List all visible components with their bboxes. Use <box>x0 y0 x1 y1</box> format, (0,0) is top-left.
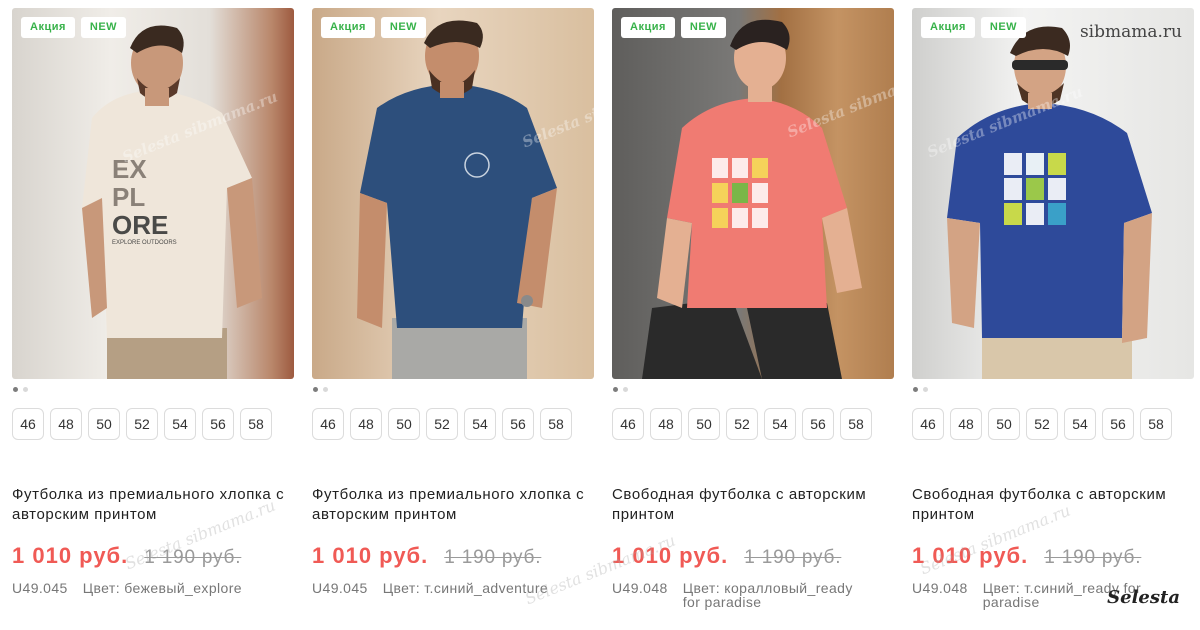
product-sku: U49.045 <box>312 580 368 596</box>
size-option[interactable]: 50 <box>88 408 120 440</box>
size-option[interactable]: 48 <box>350 408 382 440</box>
product-title[interactable]: Свободная футболка с авторским принтом <box>612 485 894 525</box>
product-photo[interactable]: Selesta sibmama.ru Акция NEW <box>912 8 1194 379</box>
size-selector: 46 48 50 52 54 56 58 <box>312 408 594 440</box>
product-card[interactable]: Selesta sibmama.ru Акция NEW 46 48 50 52… <box>312 8 594 609</box>
size-option[interactable]: 46 <box>612 408 644 440</box>
product-title[interactable]: Футболка из премиального хлопка с авторс… <box>312 485 594 525</box>
product-card[interactable]: Selesta sibmama.ru Акция NEW 46 48 50 52… <box>612 8 894 609</box>
brand-watermark: Selesta <box>1107 587 1180 608</box>
size-selector: 46 48 50 52 54 56 58 <box>612 408 894 440</box>
image-pagination[interactable] <box>613 387 894 394</box>
pagination-dot[interactable] <box>913 387 918 392</box>
size-option[interactable]: 46 <box>312 408 344 440</box>
svg-text:EXPLORE OUTDOORS: EXPLORE OUTDOORS <box>112 240 177 246</box>
product-grid: EX PL ORE EXPLORE OUTDOORS Selesta sibma… <box>12 8 1194 609</box>
size-option[interactable]: 58 <box>240 408 272 440</box>
size-option[interactable]: 54 <box>464 408 496 440</box>
promo-badge: Акция <box>621 17 675 38</box>
new-badge: NEW <box>80 17 127 38</box>
size-option[interactable]: 48 <box>950 408 982 440</box>
new-badge: NEW <box>380 17 427 38</box>
size-option[interactable]: 58 <box>840 408 872 440</box>
new-badge: NEW <box>680 17 727 38</box>
promo-badge: Акция <box>921 17 975 38</box>
original-price: 1 190 руб. <box>1044 547 1142 568</box>
pagination-dot[interactable] <box>323 387 328 392</box>
original-price: 1 190 руб. <box>444 547 542 568</box>
size-option[interactable]: 54 <box>164 408 196 440</box>
size-option[interactable]: 58 <box>1140 408 1172 440</box>
sale-price: 1 010 руб. <box>12 543 129 568</box>
model-image <box>947 26 1152 379</box>
pagination-dot[interactable] <box>623 387 628 392</box>
product-photo[interactable]: Selesta sibmama.ru Акция NEW <box>312 8 594 379</box>
svg-text:ORE: ORE <box>112 210 168 240</box>
product-color: Цвет: коралловый_ready for paradise <box>682 580 853 610</box>
size-selector: 46 48 50 52 54 56 58 <box>12 408 294 440</box>
size-option[interactable]: 50 <box>688 408 720 440</box>
size-option[interactable]: 56 <box>802 408 834 440</box>
model-image <box>642 19 862 379</box>
model-image: EX PL ORE EXPLORE OUTDOORS <box>82 25 262 379</box>
size-option[interactable]: 48 <box>650 408 682 440</box>
size-option[interactable]: 56 <box>502 408 534 440</box>
size-option[interactable]: 52 <box>726 408 758 440</box>
size-option[interactable]: 48 <box>50 408 82 440</box>
pagination-dot[interactable] <box>923 387 928 392</box>
size-option[interactable]: 56 <box>1102 408 1134 440</box>
size-option[interactable]: 52 <box>1026 408 1058 440</box>
product-sku: U49.048 <box>612 580 668 596</box>
promo-badge: Акция <box>21 17 75 38</box>
size-option[interactable]: 46 <box>12 408 44 440</box>
product-sku: U49.048 <box>912 580 968 596</box>
pagination-dot[interactable] <box>13 387 18 392</box>
svg-text:PL: PL <box>112 182 145 212</box>
size-selector: 46 48 50 52 54 56 58 <box>912 408 1194 440</box>
size-option[interactable]: 54 <box>764 408 796 440</box>
size-option[interactable]: 50 <box>988 408 1020 440</box>
size-option[interactable]: 52 <box>126 408 158 440</box>
size-option[interactable]: 58 <box>540 408 572 440</box>
product-sku: U49.045 <box>12 580 68 596</box>
size-option[interactable]: 50 <box>388 408 420 440</box>
image-pagination[interactable] <box>313 387 594 394</box>
original-price: 1 190 руб. <box>744 547 842 568</box>
promo-badge: Акция <box>321 17 375 38</box>
pagination-dot[interactable] <box>23 387 28 392</box>
product-photo[interactable]: EX PL ORE EXPLORE OUTDOORS Selesta sibma… <box>12 8 294 379</box>
product-color: Цвет: бежевый_explore <box>82 580 242 596</box>
size-option[interactable]: 46 <box>912 408 944 440</box>
new-badge: NEW <box>980 17 1027 38</box>
pagination-dot[interactable] <box>313 387 318 392</box>
image-pagination[interactable] <box>913 387 1194 394</box>
site-watermark: sibmama.ru <box>1079 22 1182 42</box>
size-option[interactable]: 56 <box>202 408 234 440</box>
product-photo[interactable]: Selesta sibmama.ru Акция NEW <box>612 8 894 379</box>
size-option[interactable]: 52 <box>426 408 458 440</box>
model-image <box>357 20 557 379</box>
sale-price: 1 010 руб. <box>312 543 429 568</box>
image-pagination[interactable] <box>13 387 294 394</box>
size-option[interactable]: 54 <box>1064 408 1096 440</box>
pagination-dot[interactable] <box>613 387 618 392</box>
